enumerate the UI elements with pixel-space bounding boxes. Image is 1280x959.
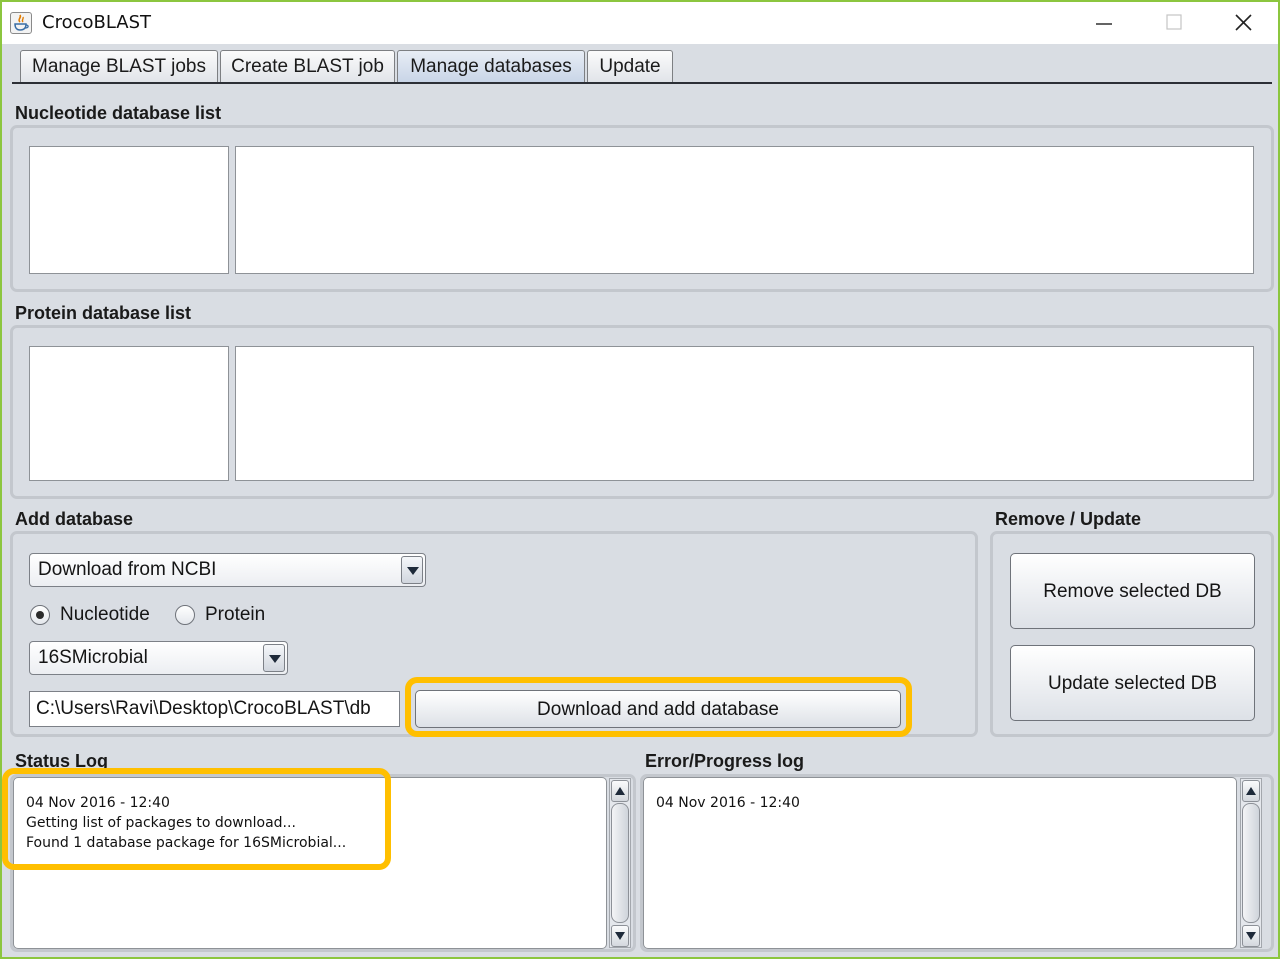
scroll-down-icon [615, 932, 625, 940]
protein-db-list[interactable] [29, 346, 229, 481]
status-log-title: Status Log [15, 751, 108, 771]
tab-update[interactable]: Update [587, 50, 673, 82]
tab-label: Manage BLAST jobs [32, 56, 206, 77]
scroll-up-button[interactable] [1242, 780, 1260, 802]
nucleotide-db-details[interactable] [235, 146, 1254, 274]
radio-protein[interactable] [175, 605, 195, 625]
tab-divider [12, 82, 1272, 84]
minimize-icon [1096, 23, 1112, 25]
radio-nucleotide[interactable] [30, 605, 50, 625]
nucleotide-section-title: Nucleotide database list [15, 103, 222, 123]
radio-nucleotide-label[interactable]: Nucleotide [60, 604, 150, 626]
scroll-up-icon [1246, 787, 1256, 795]
minimize-button[interactable] [1080, 6, 1128, 40]
scroll-up-icon [615, 787, 625, 795]
database-select[interactable]: 16SMicrobial [29, 641, 288, 675]
source-select[interactable]: Download from NCBI [29, 553, 426, 587]
java-app-icon [10, 12, 32, 34]
db-path-field[interactable]: C:\Users\Ravi\Desktop\CrocoBLAST\db [29, 691, 400, 727]
database-select-arrow[interactable] [263, 644, 285, 672]
tab-label: Manage databases [410, 56, 572, 77]
status-log-line: 04 Nov 2016 - 12:40 [26, 795, 170, 811]
remove-selected-db-button[interactable]: Remove selected DB [1010, 553, 1255, 629]
add-database-title: Add database [15, 509, 134, 529]
close-icon [1235, 14, 1252, 31]
tab-label: Update [599, 56, 661, 77]
update-selected-db-button[interactable]: Update selected DB [1010, 645, 1255, 721]
tab-manage-blast-jobs[interactable]: Manage BLAST jobs [20, 50, 218, 82]
error-log-textarea[interactable]: 04 Nov 2016 - 12:40 [643, 777, 1237, 949]
chevron-down-icon [269, 655, 281, 663]
scroll-down-icon [1246, 932, 1256, 940]
error-log-scrollbar[interactable] [1240, 778, 1262, 948]
chevron-down-icon [407, 567, 419, 575]
status-log-line: Getting list of packages to download... [26, 815, 296, 831]
tab-create-blast-job[interactable]: Create BLAST job [220, 50, 395, 82]
error-log-title: Error/Progress log [645, 751, 805, 771]
source-select-arrow[interactable] [401, 556, 423, 584]
close-button[interactable] [1220, 6, 1268, 40]
status-log-line: Found 1 database package for 16SMicrobia… [26, 835, 347, 851]
app-window: CrocoBLAST Manage BLAST jobs Create BLAS… [0, 0, 1280, 959]
nucleotide-db-list[interactable] [29, 146, 229, 274]
window-title: CrocoBLAST [42, 12, 152, 33]
remove-update-title: Remove / Update [995, 509, 1142, 529]
scroll-down-button[interactable] [1242, 925, 1260, 947]
scroll-thumb[interactable] [1242, 803, 1260, 923]
scroll-down-button[interactable] [611, 925, 629, 947]
tab-manage-databases[interactable]: Manage databases [397, 50, 585, 82]
scroll-up-button[interactable] [611, 780, 629, 802]
radio-protein-label[interactable]: Protein [205, 604, 265, 626]
maximize-icon [1166, 14, 1182, 30]
download-add-database-button[interactable]: Download and add database [415, 690, 901, 728]
status-log-textarea[interactable]: 04 Nov 2016 - 12:40 Getting list of pack… [13, 777, 607, 949]
tab-label: Create BLAST job [231, 56, 384, 77]
error-log-line: 04 Nov 2016 - 12:40 [656, 795, 800, 811]
protein-section-title: Protein database list [15, 303, 192, 323]
scroll-thumb[interactable] [611, 803, 629, 923]
status-log-scrollbar[interactable] [609, 778, 631, 948]
title-bar[interactable]: CrocoBLAST [2, 2, 1278, 44]
protein-db-details[interactable] [235, 346, 1254, 481]
database-select-value: 16SMicrobial [38, 647, 148, 668]
source-select-value: Download from NCBI [38, 559, 217, 580]
maximize-button[interactable] [1150, 6, 1198, 40]
